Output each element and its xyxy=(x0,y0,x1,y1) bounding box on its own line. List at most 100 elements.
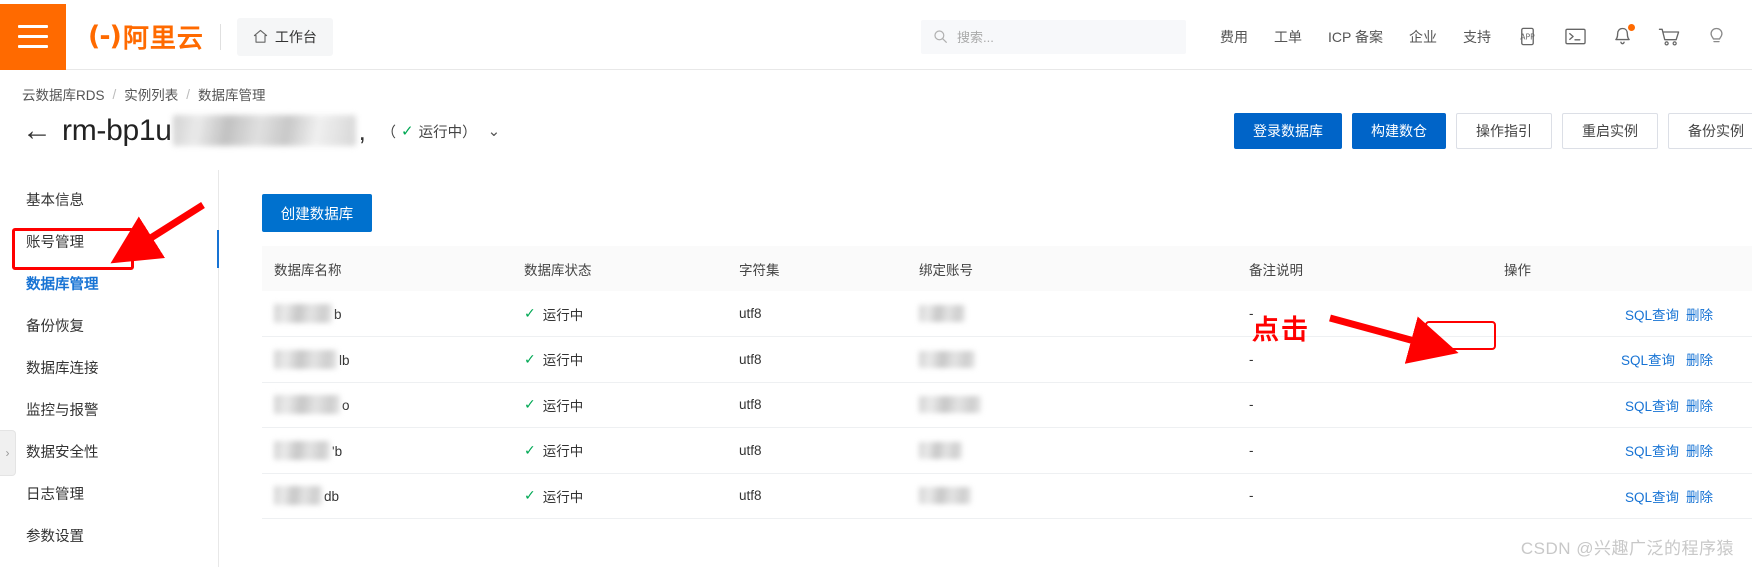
sidebar-item-monitor-alarm[interactable]: 监控与报警 xyxy=(0,388,218,430)
sql-query-link[interactable]: SQL查询 xyxy=(1617,347,1679,371)
db-status-label: 运行中 xyxy=(542,353,584,369)
topnav-link-support[interactable]: 支持 xyxy=(1463,27,1491,47)
search-box[interactable]: 搜索... xyxy=(921,19,1187,54)
sql-query-link[interactable]: SQL查询 xyxy=(1625,399,1679,414)
sidebar: 基本信息 账号管理 数据库管理 备份恢复 数据库连接 监控与报警 数据安全性 日… xyxy=(0,170,218,567)
check-icon: ✓ xyxy=(524,441,536,458)
sidebar-item-basic-info[interactable]: 基本信息 xyxy=(0,178,218,220)
db-name-redacted xyxy=(274,349,337,369)
main-content: 创建数据库 数据库名称 数据库状态 字符集 绑定账号 备注说明 操作 b ✓ 运行中… xyxy=(219,170,1752,567)
breadcrumb-separator: / xyxy=(186,86,191,102)
sidebar-item-param-settings[interactable]: 参数设置 xyxy=(0,514,218,556)
cell-bound-account xyxy=(907,473,1237,519)
sql-query-link[interactable]: SQL查询 xyxy=(1625,444,1679,459)
search-icon xyxy=(934,30,947,43)
hamburger-line xyxy=(18,25,48,28)
cell-db-status: ✓ 运行中 xyxy=(512,291,727,337)
bound-account-redacted xyxy=(919,487,971,505)
cell-charset: utf8 xyxy=(727,336,907,383)
sql-query-link[interactable]: SQL查询 xyxy=(1625,308,1679,323)
db-name-suffix: db xyxy=(324,489,340,505)
breadcrumb-item-instance-list[interactable]: 实例列表 xyxy=(124,84,178,104)
cell-bound-account xyxy=(907,336,1237,383)
login-database-button[interactable]: 登录数据库 xyxy=(1234,113,1342,149)
status-badge: （ ✓ 运行中 ） xyxy=(382,121,477,142)
aliyun-logo[interactable]: (-) 阿里云 xyxy=(88,18,204,55)
bound-account-redacted xyxy=(919,441,962,459)
cell-db-name: o xyxy=(262,382,512,428)
delete-link[interactable]: 删除 xyxy=(1686,308,1713,323)
hamburger-menu-icon[interactable] xyxy=(0,3,66,70)
workbench-button[interactable]: 工作台 xyxy=(236,17,333,56)
db-name-redacted xyxy=(274,440,330,460)
delete-link[interactable]: 删除 xyxy=(1686,490,1713,505)
sidebar-item-database-mgmt[interactable]: 数据库管理 xyxy=(0,262,218,304)
backup-instance-button[interactable]: 备份实例 xyxy=(1668,113,1752,149)
breadcrumb-separator: / xyxy=(112,86,117,102)
delete-link[interactable]: 删除 xyxy=(1686,399,1713,414)
create-database-button[interactable]: 创建数据库 xyxy=(262,194,372,232)
cell-action: SQL查询 删除 xyxy=(1492,382,1752,428)
sidebar-item-backup-restore[interactable]: 备份恢复 xyxy=(0,304,218,346)
cell-charset: utf8 xyxy=(727,427,907,474)
topnav-link-ticket[interactable]: 工单 xyxy=(1274,27,1302,47)
check-icon: ✓ xyxy=(524,350,536,367)
shopping-cart-icon[interactable] xyxy=(1658,26,1681,47)
delete-link[interactable]: 删除 xyxy=(1686,353,1713,368)
table-row: lb ✓ 运行中 utf8- SQL查询 删除 xyxy=(262,336,1752,383)
back-arrow-icon[interactable]: ← xyxy=(22,116,52,146)
operation-guide-button[interactable]: 操作指引 xyxy=(1456,113,1552,149)
db-status-label: 运行中 xyxy=(542,398,584,414)
db-name-suffix: b xyxy=(334,307,342,322)
sidebar-item-data-security[interactable]: 数据安全性 xyxy=(0,430,218,472)
sql-query-link[interactable]: SQL查询 xyxy=(1625,490,1679,505)
nav-divider xyxy=(219,23,221,50)
sidebar-item-log-mgmt[interactable]: 日志管理 xyxy=(0,472,218,514)
help-lightbulb-icon[interactable] xyxy=(1707,26,1726,47)
check-icon: ✓ xyxy=(524,487,536,504)
delete-link[interactable]: 删除 xyxy=(1686,444,1713,459)
sidebar-item-db-connection[interactable]: 数据库连接 xyxy=(0,346,218,388)
db-name-redacted xyxy=(274,304,332,323)
app-icon[interactable]: APP xyxy=(1517,26,1538,47)
breadcrumb-item-rds[interactable]: 云数据库RDS xyxy=(22,84,105,104)
aliyun-logo-text: 阿里云 xyxy=(122,23,204,53)
restart-instance-button[interactable]: 重启实例 xyxy=(1562,113,1658,149)
cell-remark: - xyxy=(1237,336,1492,383)
database-table: 数据库名称 数据库状态 字符集 绑定账号 备注说明 操作 b ✓ 运行中 utf8- S… xyxy=(262,246,1752,519)
chevron-down-icon[interactable]: ⌄ xyxy=(488,122,501,140)
status-paren-open: （ xyxy=(381,124,397,141)
cell-action: SQL查询 删除 xyxy=(1492,473,1752,519)
topnav-icon-group: APP xyxy=(1517,24,1726,47)
cell-db-name: b xyxy=(262,291,512,337)
db-name-redacted xyxy=(274,395,340,415)
notification-badge-dot xyxy=(1628,24,1635,31)
notification-bell-icon[interactable] xyxy=(1613,24,1635,47)
page-title: rm-bp1u, xyxy=(62,114,366,148)
db-status-label: 运行中 xyxy=(542,489,584,505)
column-header-bound-account: 绑定账号 xyxy=(907,246,1237,291)
sidebar-item-account-mgmt[interactable]: 账号管理 xyxy=(0,220,218,262)
cell-db-status: ✓ 运行中 xyxy=(512,473,727,519)
topnav-link-enterprise[interactable]: 企业 xyxy=(1409,27,1437,47)
column-header-action: 操作 xyxy=(1492,246,1752,291)
bound-account-redacted xyxy=(919,396,981,414)
cell-db-name: db xyxy=(262,473,512,519)
status-label: 运行中 xyxy=(418,124,463,141)
aliyun-logo-mark: (-) xyxy=(88,21,122,52)
topnav-link-icp[interactable]: ICP 备案 xyxy=(1328,27,1383,47)
build-warehouse-button[interactable]: 构建数仓 xyxy=(1352,113,1446,149)
check-icon: ✓ xyxy=(524,305,536,321)
instance-action-buttons: 登录数据库 构建数仓 操作指引 重启实例 备份实例 xyxy=(1234,113,1752,149)
bound-account-redacted xyxy=(919,305,965,322)
sidebar-collapse-toggle[interactable]: › xyxy=(0,430,16,476)
topnav-link-cost[interactable]: 费用 xyxy=(1220,27,1248,47)
cell-bound-account xyxy=(907,427,1237,474)
cell-charset: utf8 xyxy=(727,473,907,519)
cell-remark: - xyxy=(1237,427,1492,474)
cell-remark: - xyxy=(1237,382,1492,428)
hamburger-line xyxy=(18,35,48,38)
cell-action: SQL查询 删除 xyxy=(1492,291,1752,337)
console-terminal-icon[interactable] xyxy=(1564,26,1587,47)
search-input-placeholder[interactable]: 搜索... xyxy=(957,27,994,46)
